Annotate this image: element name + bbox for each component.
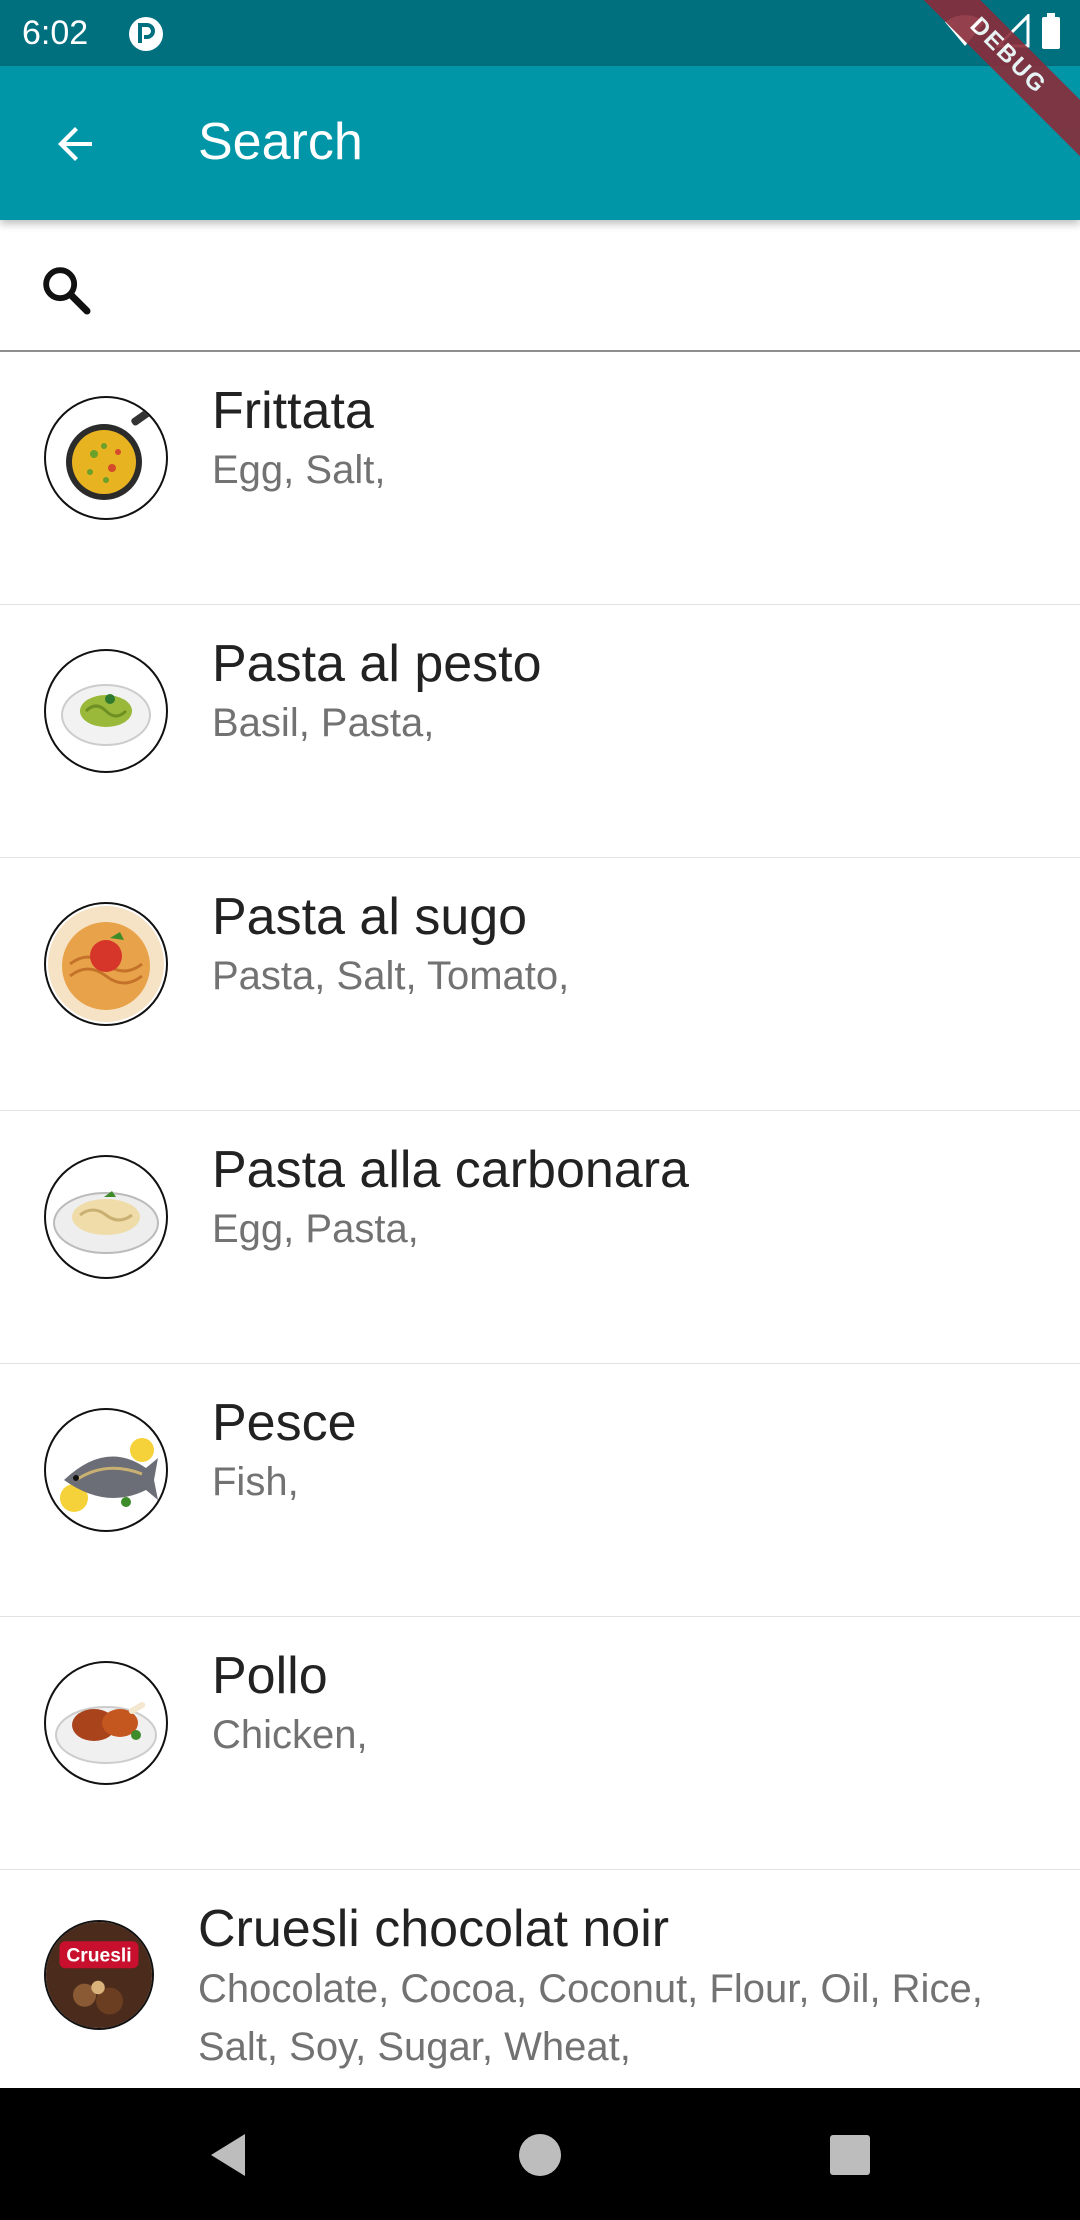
search-input[interactable] <box>120 250 1040 322</box>
recipe-title: Pasta al pesto <box>212 635 542 693</box>
recipe-ingredients: Egg, Salt, <box>212 448 386 492</box>
search-bar <box>0 220 1080 352</box>
navigation-bar <box>0 2088 1080 2220</box>
recipe-title: Cruesli chocolat noir <box>198 1900 670 1958</box>
status-bar: 6:02 <box>0 0 1080 66</box>
recipe-title: Pesce <box>212 1394 357 1452</box>
recipe-title: Pasta al sugo <box>212 888 528 946</box>
recipe-ingredients: Fish, <box>212 1460 299 1504</box>
list-item[interactable]: Pasta al pesto Basil, Pasta, <box>0 605 1080 858</box>
recipe-list: Frittata Egg, Salt, Pasta al pesto Basil… <box>0 352 1080 2106</box>
nav-recents-button[interactable] <box>825 2130 875 2180</box>
app-bar: Search <box>0 66 1080 220</box>
screen: 6:02 DEBUG Search Frittata Egg, Salt, Pa… <box>0 0 1080 2220</box>
recipe-title: Frittata <box>212 382 374 440</box>
back-button[interactable] <box>36 106 116 186</box>
list-item[interactable]: Cruesli Cruesli chocolat noir Chocolate,… <box>0 1870 1080 2106</box>
nav-home-button[interactable] <box>515 2130 565 2180</box>
list-item[interactable]: Pasta alla carbonara Egg, Pasta, <box>0 1111 1080 1364</box>
recipe-ingredients: Basil, Pasta, <box>212 701 435 745</box>
recipe-ingredients: Chocolate, Cocoa, Coconut, Flour, Oil, R… <box>198 1967 983 2069</box>
nav-back-button[interactable] <box>205 2130 255 2180</box>
list-item[interactable]: Pesce Fish, <box>0 1364 1080 1617</box>
battery-icon <box>1040 12 1062 55</box>
list-item[interactable]: Pollo Chicken, <box>0 1617 1080 1870</box>
arrow-back-icon <box>52 120 100 173</box>
pasta-carbonara-image <box>44 1155 168 1279</box>
frittata-image <box>44 396 168 520</box>
app-notification-icon <box>126 14 166 54</box>
status-time: 6:02 <box>22 14 89 52</box>
search-icon <box>38 262 94 318</box>
recipe-ingredients: Egg, Pasta, <box>212 1207 419 1251</box>
recipe-ingredients: Chicken, <box>212 1713 368 1757</box>
pesce-image <box>44 1408 168 1532</box>
list-item[interactable]: Frittata Egg, Salt, <box>0 352 1080 605</box>
pasta-sugo-image <box>44 902 168 1026</box>
cruesli-image: Cruesli <box>44 1920 154 2030</box>
list-item[interactable]: Pasta al sugo Pasta, Salt, Tomato, <box>0 858 1080 1111</box>
recipe-ingredients: Pasta, Salt, Tomato, <box>212 954 570 998</box>
cruesli-logo-text: Cruesli <box>66 1946 131 1967</box>
pollo-image <box>44 1661 168 1785</box>
pasta-pesto-image <box>44 649 168 773</box>
recipe-title: Pollo <box>212 1647 328 1705</box>
page-title: Search <box>198 113 363 171</box>
recipe-title: Pasta alla carbonara <box>212 1141 689 1199</box>
